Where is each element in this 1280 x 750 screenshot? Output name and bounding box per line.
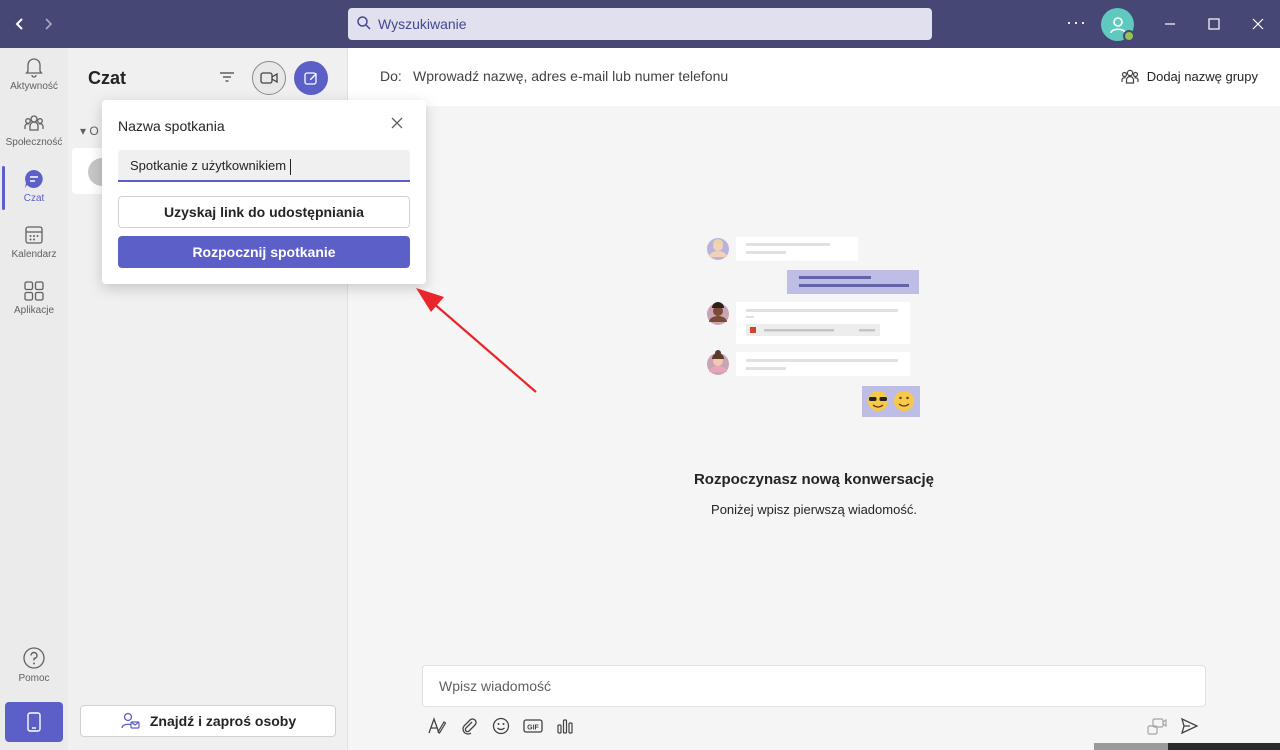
filter-icon[interactable] bbox=[218, 68, 238, 88]
rail-item-community[interactable]: Społeczność bbox=[0, 104, 68, 160]
calendar-icon bbox=[25, 226, 43, 244]
poll-icon[interactable] bbox=[554, 715, 576, 737]
rail-item-label: Kalendarz bbox=[11, 249, 57, 260]
meeting-name-value: Spotkanie z użytkownikiem bbox=[130, 158, 287, 173]
rail-item-label: Pomoc bbox=[18, 673, 50, 684]
mobile-app-button[interactable] bbox=[5, 702, 63, 742]
rail-item-activity[interactable]: Aktywność bbox=[0, 48, 68, 104]
close-icon[interactable] bbox=[390, 116, 406, 132]
gif-text: GIF bbox=[527, 725, 539, 732]
section-initial: O bbox=[89, 124, 99, 138]
empty-state-subtitle: Poniżej wpisz pierwszą wiadomość. bbox=[711, 502, 917, 517]
close-window-icon[interactable] bbox=[1246, 12, 1270, 36]
to-label: Do: bbox=[380, 68, 402, 84]
forward-arrow-icon[interactable] bbox=[36, 12, 60, 36]
format-icon[interactable] bbox=[426, 715, 448, 737]
text-caret bbox=[290, 158, 292, 175]
search-input[interactable]: Wyszukiwanie bbox=[348, 8, 932, 40]
send-icon[interactable] bbox=[1178, 715, 1200, 737]
rail-item-label: Czat bbox=[23, 193, 45, 204]
app-rail: Aktywność Społeczność Czat Kalendarz Apl… bbox=[0, 48, 68, 750]
add-group-name-button[interactable]: Dodaj nazwę grupy bbox=[1121, 68, 1258, 84]
invite-people-button[interactable]: Znajdź i zaproś osoby bbox=[80, 705, 336, 737]
compose-icon bbox=[304, 72, 317, 85]
collapse-caret-icon: ▾ bbox=[80, 124, 87, 138]
new-chat-button[interactable] bbox=[294, 61, 328, 95]
minimize-icon[interactable] bbox=[1158, 12, 1182, 36]
recipient-bar: Do: Wprowadź nazwę, adres e-mail lub num… bbox=[348, 48, 1280, 106]
chat-icon bbox=[25, 170, 43, 188]
profile-avatar[interactable] bbox=[1101, 8, 1135, 42]
get-share-link-button[interactable]: Uzyskaj link do udostępniania bbox=[118, 196, 410, 228]
horizontal-scrollbar[interactable] bbox=[1094, 743, 1280, 750]
section-header[interactable]: ▾ O bbox=[80, 124, 99, 138]
search-placeholder: Wyszukiwanie bbox=[378, 16, 467, 32]
community-icon bbox=[24, 115, 44, 131]
message-input[interactable]: Wpisz wiadomość bbox=[422, 665, 1206, 707]
invite-person-icon bbox=[121, 712, 140, 729]
gif-icon[interactable]: GIF bbox=[522, 715, 544, 737]
rail-item-help[interactable]: Pomoc bbox=[0, 638, 68, 694]
rail-item-apps[interactable]: Aplikacje bbox=[0, 272, 68, 328]
maximize-icon[interactable] bbox=[1202, 12, 1226, 36]
attach-icon[interactable] bbox=[458, 715, 480, 737]
schedule-meeting-icon[interactable] bbox=[1146, 715, 1168, 737]
new-conversation-illustration bbox=[707, 237, 920, 417]
panel-title: Czat bbox=[88, 68, 127, 88]
rail-item-label: Aplikacje bbox=[13, 305, 55, 316]
message-placeholder: Wpisz wiadomość bbox=[439, 678, 552, 694]
popup-title: Nazwa spotkania bbox=[118, 118, 225, 134]
invite-label: Znajdź i zaproś osoby bbox=[149, 713, 297, 729]
apps-icon bbox=[24, 281, 44, 301]
help-icon bbox=[23, 647, 45, 669]
phone-icon bbox=[27, 712, 41, 732]
meet-now-button[interactable] bbox=[252, 61, 286, 95]
rail-item-label: Aktywność bbox=[10, 81, 58, 92]
group-icon bbox=[1121, 69, 1139, 84]
bell-icon bbox=[25, 58, 43, 78]
empty-state-title: Rozpoczynasz nową konwersację bbox=[693, 471, 935, 488]
meeting-name-input[interactable]: Spotkanie z użytkownikiem bbox=[118, 150, 410, 182]
emoji-icon[interactable] bbox=[490, 715, 512, 737]
more-options-icon[interactable]: ··· bbox=[1066, 12, 1087, 33]
rail-item-calendar[interactable]: Kalendarz bbox=[0, 216, 68, 272]
start-meeting-button[interactable]: Rozpocznij spotkanie bbox=[118, 236, 410, 268]
search-icon bbox=[356, 15, 372, 34]
meeting-name-popup: Nazwa spotkania Spotkanie z użytkownikie… bbox=[102, 100, 426, 284]
rail-item-chat[interactable]: Czat bbox=[0, 160, 68, 216]
back-arrow-icon[interactable] bbox=[8, 12, 32, 36]
title-bar: Wyszukiwanie ··· bbox=[0, 0, 1280, 48]
rail-item-label: Społeczność bbox=[5, 137, 63, 148]
recipient-input[interactable]: Wprowadź nazwę, adres e-mail lub numer t… bbox=[413, 68, 728, 84]
conversation-area: Do: Wprowadź nazwę, adres e-mail lub num… bbox=[348, 48, 1280, 750]
scrollbar-thumb[interactable] bbox=[1094, 743, 1168, 750]
add-group-name-label: Dodaj nazwę grupy bbox=[1146, 68, 1258, 84]
status-available-badge bbox=[1123, 30, 1135, 42]
video-camera-icon bbox=[260, 72, 278, 84]
